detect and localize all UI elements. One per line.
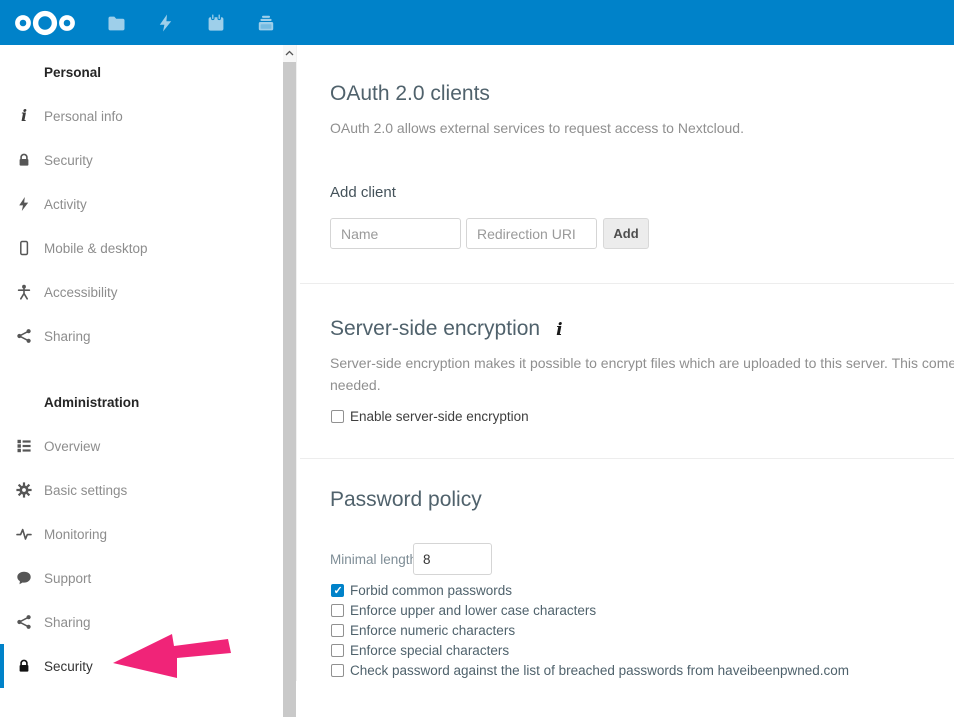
lightning-icon [16,196,32,212]
password-policy-section: Password policy Minimal length Forbid co… [300,459,954,681]
minimal-length-input[interactable] [413,543,492,575]
mobile-icon [16,240,32,256]
checkbox-label: Enforce special characters [350,643,509,658]
checkbox-label: Forbid common passwords [350,583,512,598]
calendar-icon [206,13,226,33]
redirection-uri-input[interactable] [466,218,597,249]
enforce-numeric-row[interactable]: Enforce numeric characters [331,622,515,638]
sidebar-item-label: Monitoring [44,527,107,542]
sidebar-item-label: Security [44,153,93,168]
sidebar-item-label: Accessibility [44,285,118,300]
checkbox-icon[interactable] [331,584,344,597]
checkbox-label: Enforce upper and lower case characters [350,603,596,618]
sidebar-item-label: Sharing [44,615,91,630]
check-haveibeenpwned-row[interactable]: Check password against the list of breac… [331,662,849,678]
oauth-section: OAuth 2.0 clients OAuth 2.0 allows exter… [300,45,954,283]
chat-icon [16,570,32,586]
info-icon: i [16,108,32,124]
add-client-button[interactable]: Add [603,218,649,249]
sidebar-item-personal-info[interactable]: i Personal info [0,94,283,138]
chevron-up-icon [285,50,294,56]
share-icon [16,328,32,344]
sidebar-item-support[interactable]: Support [0,556,283,600]
enable-encryption-label: Enable server-side encryption [350,409,529,424]
sidebar-section-administration: Administration [0,380,283,424]
deck-app-button[interactable] [241,0,291,45]
sidebar-item-activity[interactable]: Activity [0,182,283,226]
checkbox-icon[interactable] [331,410,344,423]
oauth-description: OAuth 2.0 allows external services to re… [330,120,744,136]
sidebar-item-label: Activity [44,197,87,212]
sidebar-item-sharing-admin[interactable]: Sharing [0,600,283,644]
deck-icon [256,13,276,33]
pulse-icon [16,526,32,542]
sidebar-item-sharing-personal[interactable]: Sharing [0,314,283,358]
sidebar-scrollbar[interactable] [283,45,297,681]
accessibility-icon [16,284,32,300]
sidebar-item-monitoring[interactable]: Monitoring [0,512,283,556]
enforce-upper-lower-row[interactable]: Enforce upper and lower case characters [331,602,596,618]
scroll-up-button[interactable] [283,45,296,60]
encryption-description-line1: Server-side encryption makes it possible… [330,355,954,371]
encryption-title-text: Server-side encryption [330,317,540,341]
forbid-common-passwords-row[interactable]: Forbid common passwords [331,582,512,598]
checkbox-icon[interactable] [331,664,344,677]
sidebar-item-label: Support [44,571,91,586]
sidebar-item-basic-settings[interactable]: Basic settings [0,468,283,512]
header-bar [0,0,954,45]
calendar-app-button[interactable] [191,0,241,45]
sidebar-section-personal: Personal [0,50,283,94]
oauth-title: OAuth 2.0 clients [330,82,490,106]
password-policy-title: Password policy [330,488,482,512]
encryption-title: Server-side encryption i [330,317,563,341]
settings-sidebar: Personal i Personal info Security Activi… [0,45,283,681]
lightning-icon [156,13,176,33]
checkbox-label: Check password against the list of breac… [350,663,849,678]
minimal-length-label: Minimal length [330,552,417,567]
checkbox-icon[interactable] [331,644,344,657]
gear-icon [16,482,32,498]
sidebar-item-label: Mobile & desktop [44,241,148,256]
sidebar-item-security-personal[interactable]: Security [0,138,283,182]
client-name-input[interactable] [330,218,461,249]
checkbox-icon[interactable] [331,624,344,637]
activity-app-button[interactable] [141,0,191,45]
sidebar-item-label: Basic settings [44,483,127,498]
info-icon[interactable]: i [556,320,562,340]
checkbox-label: Enforce numeric characters [350,623,515,638]
sidebar-item-label: Sharing [44,329,91,344]
lock-icon [16,152,32,168]
sidebar-item-label: Overview [44,439,100,454]
encryption-section: Server-side encryption i Server-side enc… [300,284,954,458]
checkbox-icon[interactable] [331,604,344,617]
add-client-label: Add client [330,184,396,201]
share-icon [16,614,32,630]
sidebar-item-label: Security [44,659,93,674]
list-icon [16,438,32,454]
lock-icon [16,658,32,674]
sidebar-item-accessibility[interactable]: Accessibility [0,270,283,314]
sidebar-item-label: Personal info [44,109,123,124]
nextcloud-logo[interactable] [13,0,77,45]
enforce-special-row[interactable]: Enforce special characters [331,642,509,658]
sidebar-item-mobile-desktop[interactable]: Mobile & desktop [0,226,283,270]
files-app-button[interactable] [91,0,141,45]
encryption-description-line2: needed. [330,377,381,393]
app-menu [91,0,291,45]
sidebar-item-overview[interactable]: Overview [0,424,283,468]
sidebar-item-security-admin[interactable]: Security [0,644,283,688]
scrollbar-thumb[interactable] [283,62,296,717]
enable-encryption-checkbox-row[interactable]: Enable server-side encryption [331,408,529,424]
nextcloud-logo-icon [14,8,76,38]
folder-icon [106,13,126,33]
